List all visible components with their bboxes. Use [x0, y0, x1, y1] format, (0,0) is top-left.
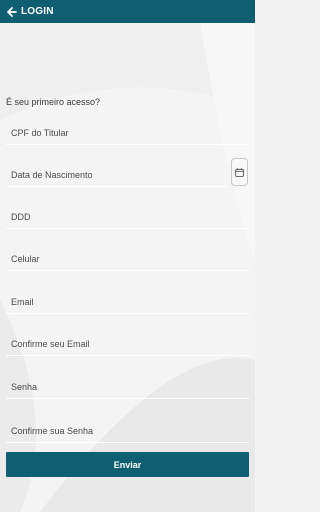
submit-button[interactable]: Enviar	[6, 452, 249, 477]
ddd-input[interactable]	[6, 205, 249, 228]
password-field-wrapper	[6, 375, 249, 399]
confirm-password-input[interactable]	[6, 419, 249, 442]
app-header: LOGIN	[0, 0, 255, 23]
ddd-field-wrapper	[6, 205, 249, 229]
phone-field-wrapper	[6, 247, 249, 271]
calendar-icon	[235, 167, 244, 177]
email-input[interactable]	[6, 290, 249, 313]
cpf-input[interactable]	[6, 121, 249, 144]
arrow-left-icon	[7, 6, 17, 17]
form-subtitle: É seu primeiro acesso?	[6, 97, 101, 107]
password-input[interactable]	[6, 375, 249, 398]
birthdate-input[interactable]	[6, 163, 228, 186]
email-field-wrapper	[6, 290, 249, 314]
confirm-password-field-wrapper	[6, 419, 249, 443]
cpf-field-wrapper	[6, 121, 249, 145]
date-picker-button[interactable]	[231, 158, 248, 186]
page-title: LOGIN	[21, 6, 54, 17]
first-access-form: É seu primeiro acesso? Enviar	[0, 0, 255, 512]
back-button[interactable]	[7, 0, 17, 23]
birthdate-field-wrapper	[6, 163, 228, 187]
phone-input[interactable]	[6, 247, 249, 270]
confirm-email-field-wrapper	[6, 332, 249, 356]
confirm-email-input[interactable]	[6, 332, 249, 355]
